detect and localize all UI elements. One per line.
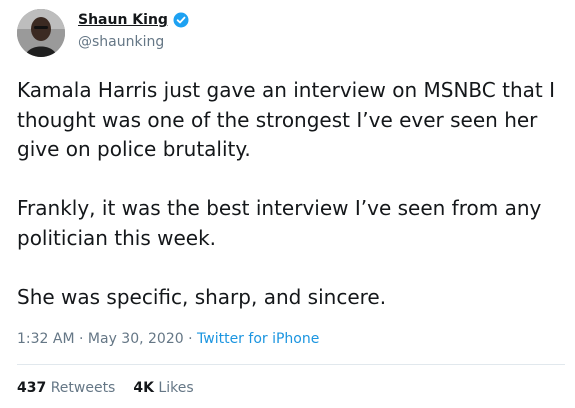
author-avatar[interactable]: [17, 9, 65, 57]
retweets-label: Retweets: [50, 380, 116, 396]
tweet-source-link[interactable]: Twitter for iPhone: [197, 331, 319, 347]
tweet-stats: 437 Retweets 4K Likes: [17, 380, 194, 396]
avatar-photo-icon: [17, 9, 65, 57]
likes-count: 4K: [133, 380, 154, 396]
tweet-paragraph: Frankly, it was the best interview I’ve …: [17, 196, 542, 250]
divider-top: [17, 364, 565, 365]
tweet-text: Kamala Harris just gave an interview on …: [17, 76, 565, 312]
author-display-name[interactable]: Shaun King: [78, 12, 168, 28]
author-name-row: Shaun King: [78, 12, 189, 28]
verified-badge-icon: [173, 12, 189, 28]
meta-separator: ·: [188, 331, 193, 347]
tweet-date[interactable]: May 30, 2020: [88, 331, 184, 347]
likes-label: Likes: [158, 380, 194, 396]
tweet-metadata: 1:32 AM · May 30, 2020 · Twitter for iPh…: [17, 331, 319, 347]
tweet-time[interactable]: 1:32 AM: [17, 331, 75, 347]
tweet-card: Shaun King @shaunking Kamala Harris just…: [0, 0, 575, 408]
tweet-paragraph: Kamala Harris just gave an interview on …: [17, 78, 555, 161]
meta-separator: ·: [79, 331, 84, 347]
retweets-stat[interactable]: 437 Retweets: [17, 380, 115, 396]
likes-stat[interactable]: 4K Likes: [133, 380, 193, 396]
tweet-paragraph: She was specific, sharp, and sincere.: [17, 284, 387, 309]
retweets-count: 437: [17, 380, 47, 396]
author-handle[interactable]: @shaunking: [78, 34, 164, 50]
